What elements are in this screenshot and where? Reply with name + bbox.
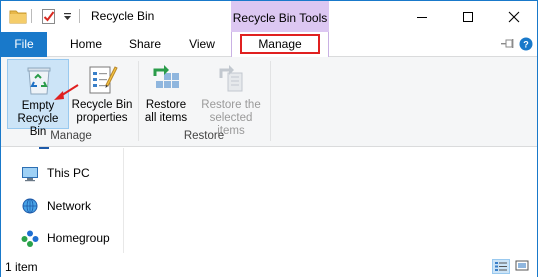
restore-selected-items-button[interactable]: Restore the selected items (195, 59, 267, 137)
nav-pane-divider[interactable] (123, 148, 124, 253)
title-bar: Recycle Bin Recycle Bin Tools (1, 1, 537, 32)
details-view-button[interactable] (492, 259, 510, 274)
recycle-bin-icon (27, 67, 51, 95)
details-view-icon (495, 262, 507, 271)
properties-check-icon[interactable] (41, 8, 57, 28)
close-button[interactable] (491, 1, 537, 32)
minimize-icon (417, 17, 427, 18)
network-icon (22, 198, 38, 214)
svg-text:?: ? (523, 40, 529, 50)
restore-selected-icon (219, 65, 243, 92)
pin-ribbon-icon[interactable] (501, 38, 515, 53)
restore-all-items-label-line2: all items (144, 112, 188, 124)
tab-manage-area: Manage (231, 32, 329, 58)
homegroup-icon (21, 230, 39, 247)
restore-group-label: Restore (183, 130, 225, 142)
large-icons-view-button[interactable] (514, 259, 532, 274)
properties-icon (89, 66, 118, 94)
restore-all-items-label-line1: Restore (145, 99, 187, 111)
help-icon[interactable]: ? (519, 37, 533, 54)
group-separator (138, 61, 139, 141)
close-icon (508, 11, 520, 23)
minimize-button[interactable] (399, 1, 445, 32)
maximize-icon (463, 12, 473, 22)
restore-selected-items-label-line1: Restore the (201, 99, 261, 111)
tab-file[interactable]: File (1, 32, 47, 57)
folder-icon[interactable] (9, 8, 27, 27)
nav-item-label: Homegroup (47, 231, 110, 245)
nav-item-label: Network (47, 199, 92, 213)
recycle-bin-properties-button[interactable]: Recycle Bin properties (71, 59, 133, 129)
recycle-bin-properties-label-line1: Recycle Bin (71, 99, 133, 111)
tab-share[interactable]: Share (121, 32, 169, 57)
large-icons-view-icon (515, 260, 529, 271)
window-title: Recycle Bin (91, 9, 155, 23)
status-bar: 1 item (1, 256, 537, 277)
nav-item-label: This PC (47, 166, 90, 180)
tab-home[interactable]: Home (61, 32, 111, 57)
explorer-window: Recycle Bin Recycle Bin Tools File Home … (0, 0, 538, 277)
customize-quick-access-chevron-icon[interactable] (63, 11, 72, 25)
quick-access-separator (31, 9, 32, 23)
contextual-tab-group-label: Recycle Bin Tools (232, 11, 328, 25)
partial-nav-icon (39, 147, 49, 149)
recycle-bin-properties-label-line2: properties (76, 112, 128, 124)
tab-view[interactable]: View (179, 32, 225, 57)
maximize-button[interactable] (445, 1, 491, 32)
item-count: 1 item (5, 260, 38, 274)
manage-group-label: Manage (50, 130, 92, 142)
title-separator (79, 9, 80, 23)
recycle-bin-tools-header: Recycle Bin Tools (231, 1, 329, 32)
restore-all-icon (153, 65, 179, 88)
tab-manage[interactable]: Manage (240, 34, 320, 54)
restore-all-items-button[interactable]: Restore all items (141, 59, 191, 129)
ribbon: Empty Recycle Bin Recycle Bin properties… (1, 57, 537, 147)
ribbon-tab-row: File Home Share View Manage ? (1, 32, 537, 58)
computer-icon (22, 167, 38, 182)
group-separator (270, 61, 271, 141)
